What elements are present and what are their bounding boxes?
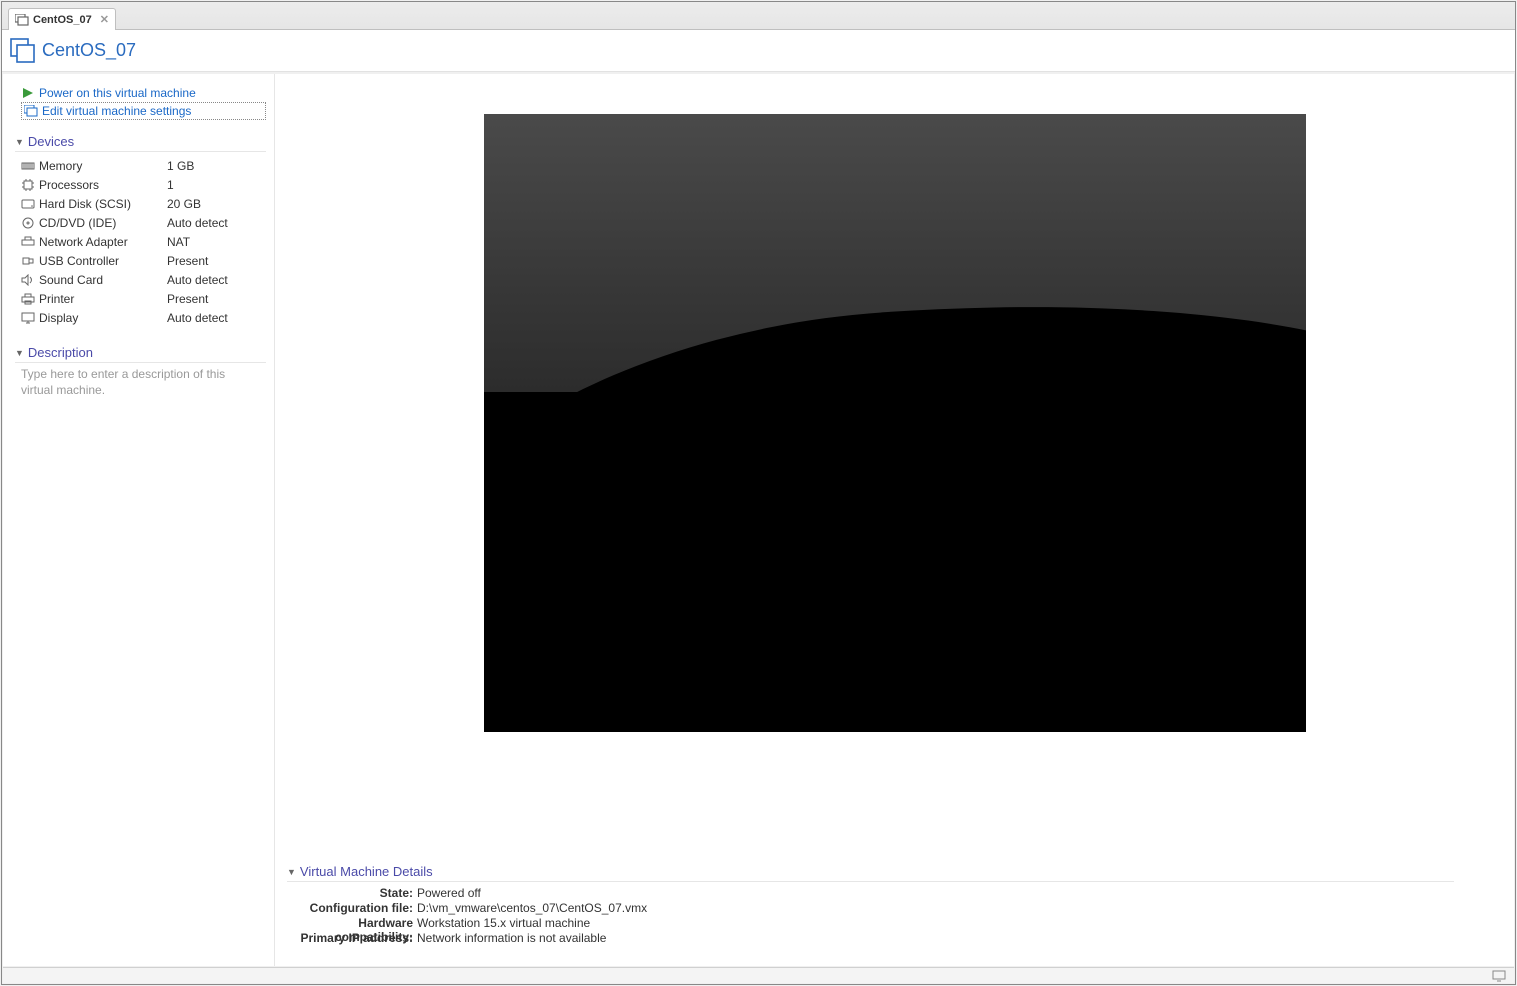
vm-actions: Power on this virtual machine Edit virtu…	[21, 84, 266, 120]
device-value: Auto detect	[167, 216, 266, 230]
device-memory[interactable]: Memory 1 GB	[21, 156, 266, 175]
disk-icon	[21, 198, 35, 210]
vm-icon	[15, 14, 29, 26]
printer-icon	[21, 293, 35, 305]
collapse-icon: ▼	[287, 867, 296, 877]
tab-title: CentOS_07	[33, 14, 92, 26]
devices-header[interactable]: ▼ Devices	[15, 134, 266, 152]
detail-label: Hardware compatibility:	[287, 916, 417, 931]
device-value: 1 GB	[167, 159, 266, 173]
device-network[interactable]: Network Adapter NAT	[21, 232, 266, 251]
device-value: 20 GB	[167, 197, 266, 211]
settings-icon	[24, 105, 38, 117]
device-display[interactable]: Display Auto detect	[21, 308, 266, 327]
power-on-button[interactable]: Power on this virtual machine	[21, 84, 266, 102]
vm-title: CentOS_07	[42, 40, 136, 61]
vm-preview-wrap	[275, 114, 1514, 732]
device-name: Sound Card	[39, 273, 103, 287]
device-name: Hard Disk (SCSI)	[39, 197, 131, 211]
detail-label: State:	[287, 886, 417, 901]
device-value: 1	[167, 178, 266, 192]
description-field[interactable]: Type here to enter a description of this…	[21, 367, 260, 398]
play-icon	[21, 87, 35, 99]
detail-config-file: Configuration file: D:\vm_vmware\centos_…	[287, 901, 1454, 916]
description-header[interactable]: ▼ Description	[15, 345, 266, 363]
vm-header-icon	[10, 38, 36, 64]
devices-header-label: Devices	[28, 134, 74, 149]
device-value: Auto detect	[167, 311, 266, 325]
content-area: ▼ Virtual Machine Details State: Powered…	[275, 74, 1514, 966]
collapse-icon: ▼	[15, 348, 24, 358]
device-cddvd[interactable]: CD/DVD (IDE) Auto detect	[21, 213, 266, 232]
cd-icon	[21, 217, 35, 229]
devices-table: Memory 1 GB Processors 1 Hard Disk (SCSI…	[21, 156, 266, 327]
cpu-icon	[21, 179, 35, 191]
sound-icon	[21, 274, 35, 286]
power-on-label: Power on this virtual machine	[39, 86, 196, 100]
memory-icon	[21, 160, 35, 172]
vm-screen-preview[interactable]	[484, 114, 1306, 732]
app-window: CentOS_07 ✕ CentOS_07 Power on this virt…	[1, 1, 1516, 985]
tab-vm[interactable]: CentOS_07 ✕	[8, 8, 116, 30]
device-hard-disk[interactable]: Hard Disk (SCSI) 20 GB	[21, 194, 266, 213]
status-bar	[3, 967, 1514, 983]
detail-label: Primary IP address:	[287, 931, 417, 946]
device-printer[interactable]: Printer Present	[21, 289, 266, 308]
device-name: Display	[39, 311, 78, 325]
detail-state: State: Powered off	[287, 886, 1454, 901]
device-value: Auto detect	[167, 273, 266, 287]
device-value: Present	[167, 254, 266, 268]
detail-value: Network information is not available	[417, 931, 1454, 946]
detail-value: Workstation 15.x virtual machine	[417, 916, 1454, 931]
vm-details-header-label: Virtual Machine Details	[300, 864, 433, 879]
description-header-label: Description	[28, 345, 93, 360]
device-name: Processors	[39, 178, 99, 192]
network-icon	[21, 236, 35, 248]
device-name: Printer	[39, 292, 74, 306]
main-area: Power on this virtual machine Edit virtu…	[3, 74, 1514, 966]
usb-icon	[21, 255, 35, 267]
vm-header: CentOS_07	[2, 30, 1515, 72]
device-name: Memory	[39, 159, 82, 173]
detail-value: D:\vm_vmware\centos_07\CentOS_07.vmx	[417, 901, 1454, 916]
vm-details: ▼ Virtual Machine Details State: Powered…	[287, 860, 1454, 946]
detail-value: Powered off	[417, 886, 1454, 901]
vm-details-header[interactable]: ▼ Virtual Machine Details	[287, 864, 1454, 882]
device-name: USB Controller	[39, 254, 119, 268]
device-name: Network Adapter	[39, 235, 128, 249]
device-sound[interactable]: Sound Card Auto detect	[21, 270, 266, 289]
device-value: Present	[167, 292, 266, 306]
device-processors[interactable]: Processors 1	[21, 175, 266, 194]
detail-label: Configuration file:	[287, 901, 417, 916]
edit-settings-button[interactable]: Edit virtual machine settings	[21, 102, 266, 120]
edit-settings-label: Edit virtual machine settings	[42, 104, 191, 118]
display-icon	[21, 312, 35, 324]
device-usb[interactable]: USB Controller Present	[21, 251, 266, 270]
tab-strip: CentOS_07 ✕	[2, 2, 1515, 30]
close-icon[interactable]: ✕	[100, 13, 109, 26]
detail-hw-compat: Hardware compatibility: Workstation 15.x…	[287, 916, 1454, 931]
status-monitor-icon	[1492, 970, 1506, 982]
device-value: NAT	[167, 235, 266, 249]
device-name: CD/DVD (IDE)	[39, 216, 116, 230]
collapse-icon: ▼	[15, 137, 24, 147]
detail-primary-ip: Primary IP address: Network information …	[287, 931, 1454, 946]
sidebar: Power on this virtual machine Edit virtu…	[3, 74, 275, 966]
